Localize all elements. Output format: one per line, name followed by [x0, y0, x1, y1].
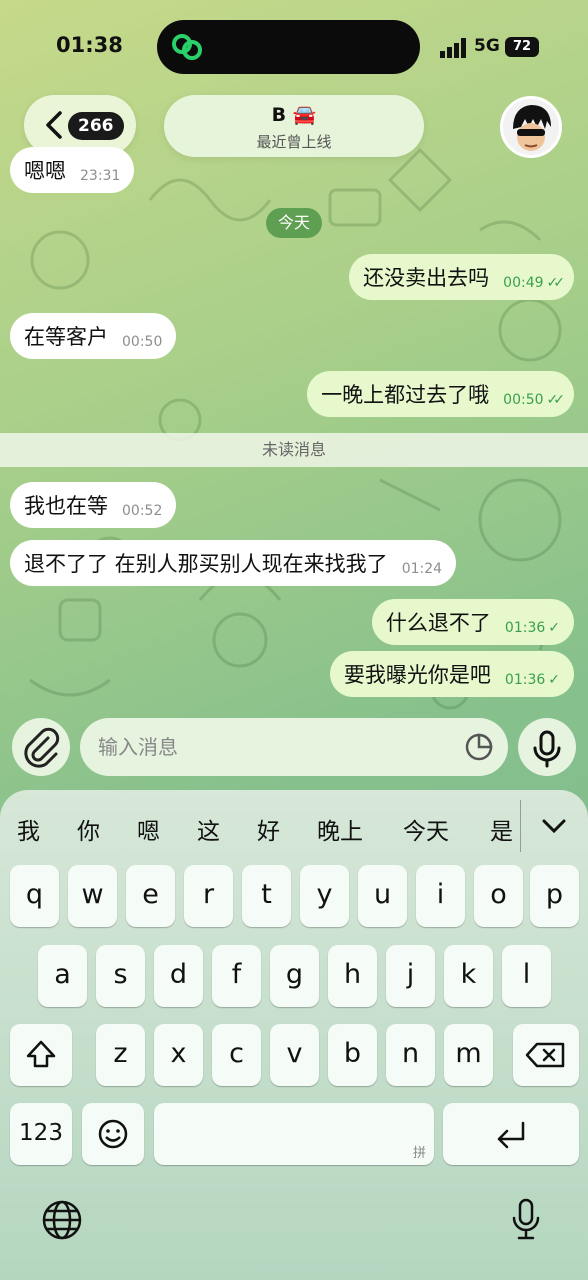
- space-key[interactable]: 拼: [154, 1103, 434, 1165]
- candidate-word[interactable]: 这: [197, 812, 220, 846]
- key-t[interactable]: t: [242, 865, 291, 927]
- message-time: 00:50: [503, 392, 544, 408]
- contact-name: B 🚘: [271, 104, 317, 126]
- message-input[interactable]: 输入消息: [80, 718, 508, 776]
- key-d[interactable]: d: [154, 945, 203, 1007]
- globe-icon[interactable]: [40, 1198, 84, 1242]
- message-time: 01:36: [504, 620, 546, 636]
- numbers-key[interactable]: 123: [10, 1103, 72, 1165]
- double-check-icon: ✓✓: [546, 275, 566, 291]
- candidate-word[interactable]: 我: [17, 812, 40, 846]
- key-m[interactable]: m: [444, 1024, 493, 1086]
- candidate-word[interactable]: 你: [77, 812, 100, 846]
- key-s[interactable]: s: [96, 945, 145, 1007]
- candidate-word[interactable]: 晚上: [317, 812, 363, 846]
- message-text: 什么退不了: [385, 611, 491, 635]
- sticker-icon[interactable]: [464, 732, 494, 762]
- key-a[interactable]: a: [38, 945, 87, 1007]
- key-r[interactable]: r: [184, 865, 233, 927]
- dictation-mic-icon[interactable]: [506, 1196, 546, 1244]
- candidate-word[interactable]: 是: [490, 812, 513, 846]
- key-b[interactable]: b: [328, 1024, 377, 1086]
- message-time: 23:31: [80, 168, 121, 184]
- check-icon: ✓: [548, 672, 560, 688]
- message-text: 还没卖出去吗: [363, 266, 490, 290]
- candidate-word[interactable]: 今天: [403, 812, 449, 846]
- key-u[interactable]: u: [358, 865, 407, 927]
- unread-messages-divider: 未读消息: [0, 433, 588, 467]
- message-bubble-incoming[interactable]: 在等客户 00:50: [10, 313, 177, 359]
- contact-status: 最近曾上线: [256, 133, 332, 151]
- pinyin-indicator: 拼: [412, 1146, 426, 1161]
- candidate-divider: [520, 800, 521, 852]
- attach-paperclip-icon: [24, 727, 60, 768]
- message-time: 00:52: [122, 503, 163, 519]
- key-l[interactable]: l: [502, 945, 551, 1007]
- message-bubble-outgoing[interactable]: 还没卖出去吗 00:49 ✓✓: [349, 254, 574, 300]
- battery-indicator: 72: [505, 37, 539, 57]
- message-text: 在等客户: [24, 325, 108, 349]
- key-k[interactable]: k: [444, 945, 493, 1007]
- return-icon: [497, 1121, 525, 1149]
- message-text: 退不了了 在别人那买别人现在来找我了: [24, 552, 388, 576]
- message-time: 00:49: [503, 275, 544, 291]
- message-text: 嗯嗯: [24, 159, 66, 183]
- back-chevron-icon[interactable]: [44, 110, 64, 140]
- message-bubble-outgoing[interactable]: 一晚上都过去了哦 00:50 ✓✓: [307, 371, 574, 417]
- attach-button[interactable]: [12, 718, 70, 776]
- key-c[interactable]: c: [212, 1024, 261, 1086]
- status-time: 01:38: [56, 33, 123, 57]
- avatar[interactable]: [500, 96, 562, 158]
- key-y[interactable]: y: [300, 865, 349, 927]
- emoji-key[interactable]: [82, 1103, 144, 1165]
- key-h[interactable]: h: [328, 945, 377, 1007]
- chevron-down-icon[interactable]: [540, 814, 568, 838]
- avatar-cartoon-icon: [503, 99, 559, 155]
- message-text: 我也在等: [24, 494, 108, 518]
- key-z[interactable]: z: [96, 1024, 145, 1086]
- check-icon: ✓: [548, 620, 560, 636]
- message-time: 01:24: [401, 561, 443, 577]
- message-text: 要我曝光你是吧: [343, 663, 491, 687]
- backspace-icon: [525, 1042, 565, 1068]
- key-q[interactable]: q: [10, 865, 59, 927]
- shift-icon: [26, 1040, 56, 1068]
- message-time: 01:36: [504, 672, 546, 688]
- candidate-word[interactable]: 好: [257, 812, 280, 846]
- message-bubble-incoming[interactable]: 我也在等 00:52: [10, 482, 177, 528]
- message-bubble-outgoing[interactable]: 什么退不了 01:36 ✓: [371, 599, 574, 645]
- message-bubble-outgoing[interactable]: 要我曝光你是吧 01:36 ✓: [329, 651, 574, 697]
- key-w[interactable]: w: [68, 865, 117, 927]
- shift-key[interactable]: [10, 1024, 72, 1086]
- double-check-icon: ✓✓: [546, 392, 566, 408]
- key-i[interactable]: i: [416, 865, 465, 927]
- key-j[interactable]: j: [386, 945, 435, 1007]
- key-x[interactable]: x: [154, 1024, 203, 1086]
- key-v[interactable]: v: [270, 1024, 319, 1086]
- key-g[interactable]: g: [270, 945, 319, 1007]
- message-text: 一晚上都过去了哦: [321, 383, 490, 407]
- link-rings-icon: [172, 34, 202, 60]
- signal-bars-icon: [440, 38, 466, 58]
- network-type: 5G: [474, 36, 500, 56]
- key-o[interactable]: o: [474, 865, 523, 927]
- date-divider: 今天: [266, 208, 322, 238]
- mic-icon: [533, 730, 561, 768]
- unread-count-badge[interactable]: 266: [68, 112, 124, 140]
- message-time: 00:50: [122, 334, 163, 350]
- message-bubble-incoming[interactable]: 嗯嗯 23:31: [10, 147, 135, 193]
- key-e[interactable]: e: [126, 865, 175, 927]
- key-f[interactable]: f: [212, 945, 261, 1007]
- candidate-word[interactable]: 嗯: [137, 812, 160, 846]
- emoji-icon: [98, 1119, 128, 1149]
- chat-title-button[interactable]: B 🚘 最近曾上线: [164, 95, 424, 157]
- message-bubble-incoming[interactable]: 退不了了 在别人那买别人现在来找我了 01:24: [10, 540, 457, 586]
- voice-message-button[interactable]: [518, 718, 576, 776]
- backspace-key[interactable]: [513, 1024, 579, 1086]
- key-n[interactable]: n: [386, 1024, 435, 1086]
- key-p[interactable]: p: [530, 865, 579, 927]
- return-key[interactable]: [443, 1103, 579, 1165]
